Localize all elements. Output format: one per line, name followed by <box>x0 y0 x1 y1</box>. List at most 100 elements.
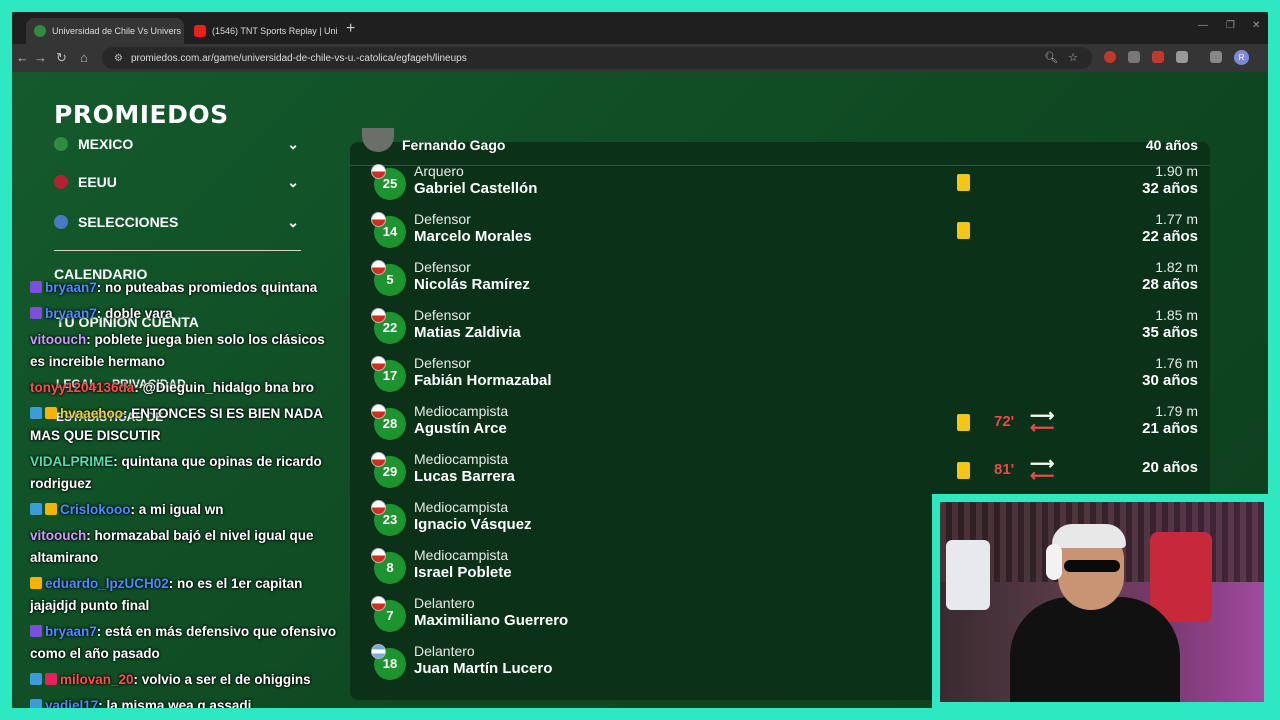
chat-username[interactable]: milovan_20 <box>60 672 134 687</box>
webcam-sunglasses <box>1064 560 1120 572</box>
chile-flag-icon <box>371 404 386 419</box>
chat-username[interactable]: hvaaehoo <box>60 406 123 421</box>
extension-icon[interactable] <box>1104 51 1116 63</box>
player-row[interactable]: 5 Defensor Nicolás Ramírez 1.82 m 28 años <box>362 256 1210 304</box>
player-name[interactable]: Fabián Hormazabal <box>414 372 552 389</box>
webcam-headset <box>1046 544 1062 580</box>
sidebar-item-label: SELECCIONES <box>78 214 179 230</box>
player-name[interactable]: Matias Zaldivia <box>414 324 521 341</box>
maximize-icon[interactable]: ❐ <box>1226 20 1235 31</box>
player-row[interactable]: 22 Defensor Matias Zaldivia 1.85 m 35 años <box>362 304 1210 352</box>
chevron-down-icon: ⌄ <box>287 173 299 190</box>
chile-flag-icon <box>371 596 386 611</box>
player-position: Mediocampista <box>414 547 509 563</box>
player-name[interactable]: Gabriel Castellón <box>414 180 537 197</box>
player-row[interactable]: 29 Mediocampista Lucas Barrera 81' ⟶ ⟵ 20 años <box>362 448 1210 496</box>
sidebar-item-selecciones[interactable]: SELECCIONES ⌄ <box>54 210 299 234</box>
chile-flag-icon <box>371 452 386 467</box>
substitution-minute: 81' <box>994 461 1015 478</box>
chat-username[interactable]: Crislokooo <box>60 502 131 517</box>
tab-youtube[interactable]: (1546) TNT Sports Replay | Uni ✕ <box>186 18 344 44</box>
close-window-icon[interactable]: ✕ <box>1252 20 1260 31</box>
player-height: 1.79 m <box>1155 403 1198 419</box>
coach-name[interactable]: Fernando Gago <box>402 137 505 153</box>
minimize-icon[interactable]: — <box>1198 20 1208 31</box>
new-tab-button[interactable]: + <box>346 20 355 38</box>
player-position: Delantero <box>414 643 475 659</box>
player-row[interactable]: 17 Defensor Fabián Hormazabal 1.76 m 30 años <box>362 352 1210 400</box>
browser-tabstrip: Universidad de Chile Vs Univers ✕ (1546)… <box>12 12 1268 44</box>
chat-badge-icon <box>30 699 42 708</box>
chat-message: bryaan7: está en más defensivo que ofens… <box>30 621 340 665</box>
player-name[interactable]: Juan Martín Lucero <box>414 660 552 677</box>
yellow-card-icon <box>957 174 970 191</box>
selecciones-flag-icon <box>54 215 68 229</box>
chat-username[interactable]: bryaan7 <box>45 624 97 639</box>
stream-chat-overlay: bryaan7: no puteabas promiedos quintana b… <box>30 277 340 708</box>
player-name[interactable]: Marcelo Morales <box>414 228 532 245</box>
chat-badge-icon <box>45 673 57 685</box>
chat-message: Crislokooo: a mi igual wn <box>30 499 340 521</box>
sidebar-item-label: EEUU <box>78 174 117 190</box>
player-height: 1.76 m <box>1155 355 1198 371</box>
chile-flag-icon <box>371 356 386 371</box>
chile-flag-icon <box>371 548 386 563</box>
chat-username[interactable]: VIDALPRIME <box>30 454 113 469</box>
promiedos-logo[interactable]: PROMIEDOS <box>54 100 229 129</box>
reading-list-icon[interactable] <box>1210 51 1222 63</box>
player-name[interactable]: Agustín Arce <box>414 420 507 437</box>
player-height: 1.82 m <box>1155 259 1198 275</box>
forward-icon[interactable]: → <box>34 50 47 65</box>
chat-message: vitoouch: poblete juega bien solo los cl… <box>30 329 340 373</box>
chat-username[interactable]: yadiel17 <box>45 698 98 708</box>
site-info-icon[interactable]: ⚙ <box>114 53 123 64</box>
chat-message: milovan_20: volvio a ser el de ohiggins <box>30 669 340 691</box>
webcam-streamer-body <box>1010 597 1180 702</box>
extension-icon[interactable] <box>1152 51 1164 63</box>
substitution-icon: ⟶ ⟵ <box>1030 454 1055 485</box>
screen-frame: Universidad de Chile Vs Univers ✕ (1546)… <box>12 12 1268 708</box>
player-name[interactable]: Ignacio Vásquez <box>414 516 532 533</box>
chat-message: hvaaehoo: ENTONCES SI ES BIEN NADA MAS Q… <box>30 403 340 447</box>
player-row[interactable]: 14 Defensor Marcelo Morales 1.77 m 22 años <box>362 208 1210 256</box>
chat-username[interactable]: tonyy1204136da <box>30 380 134 395</box>
player-position: Delantero <box>414 595 475 611</box>
player-name[interactable]: Maximiliano Guerrero <box>414 612 568 629</box>
player-row[interactable]: 25 Arquero Gabriel Castellón 1.90 m 32 años <box>362 160 1210 208</box>
player-position: Mediocampista <box>414 403 509 419</box>
chat-message: vitoouch: hormazabal bajó el nivel igual… <box>30 525 340 569</box>
player-position: Arquero <box>414 163 464 179</box>
player-age: 32 años <box>1142 180 1198 197</box>
reload-icon[interactable]: ↻ <box>56 50 67 66</box>
chat-username[interactable]: bryaan7 <box>45 306 97 321</box>
chat-username[interactable]: vitoouch <box>30 528 86 543</box>
player-row[interactable]: 28 Mediocampista Agustín Arce 72' ⟶ ⟵ 1.79 m 21… <box>362 400 1210 448</box>
player-name[interactable]: Israel Poblete <box>414 564 512 581</box>
address-bar[interactable]: ⚙ promiedos.com.ar/game/universidad-de-c… <box>102 47 1092 69</box>
usa-flag-icon <box>54 175 68 189</box>
bookmark-star-icon[interactable]: ☆ <box>1068 51 1078 64</box>
profile-avatar[interactable]: R <box>1234 50 1249 65</box>
chat-message: yadiel17: la misma wea q assadi <box>30 695 340 708</box>
home-icon[interactable]: ⌂ <box>80 50 88 65</box>
tab-title: (1546) TNT Sports Replay | Uni <box>212 26 338 36</box>
substitution-minute: 72' <box>994 413 1015 430</box>
zoom-icon[interactable]: 🔍︎ <box>1044 51 1058 64</box>
sidebar-divider <box>54 250 301 251</box>
chat-message: eduardo_lpzUCH02: no es el 1er capitan j… <box>30 573 340 617</box>
chat-username[interactable]: bryaan7 <box>45 280 97 295</box>
player-age: 20 años <box>1142 459 1198 476</box>
sidebar-item-eeuu[interactable]: EEUU ⌄ <box>54 170 299 194</box>
player-name[interactable]: Lucas Barrera <box>414 468 515 485</box>
tab-promiedos[interactable]: Universidad de Chile Vs Univers ✕ <box>26 18 184 44</box>
chat-text: : volvio a ser el de ohiggins <box>133 672 311 687</box>
back-icon[interactable]: ← <box>16 50 29 65</box>
player-name[interactable]: Nicolás Ramírez <box>414 276 530 293</box>
chat-text: : no puteabas promiedos quintana <box>96 280 318 295</box>
sidebar-item-mexico[interactable]: MEXICO ⌄ <box>54 132 299 156</box>
chile-flag-icon <box>371 308 386 323</box>
chat-username[interactable]: eduardo_lpzUCH02 <box>45 576 169 591</box>
extension-icon[interactable] <box>1128 51 1140 63</box>
chat-username[interactable]: vitoouch <box>30 332 86 347</box>
extensions-puzzle-icon[interactable] <box>1176 51 1188 63</box>
